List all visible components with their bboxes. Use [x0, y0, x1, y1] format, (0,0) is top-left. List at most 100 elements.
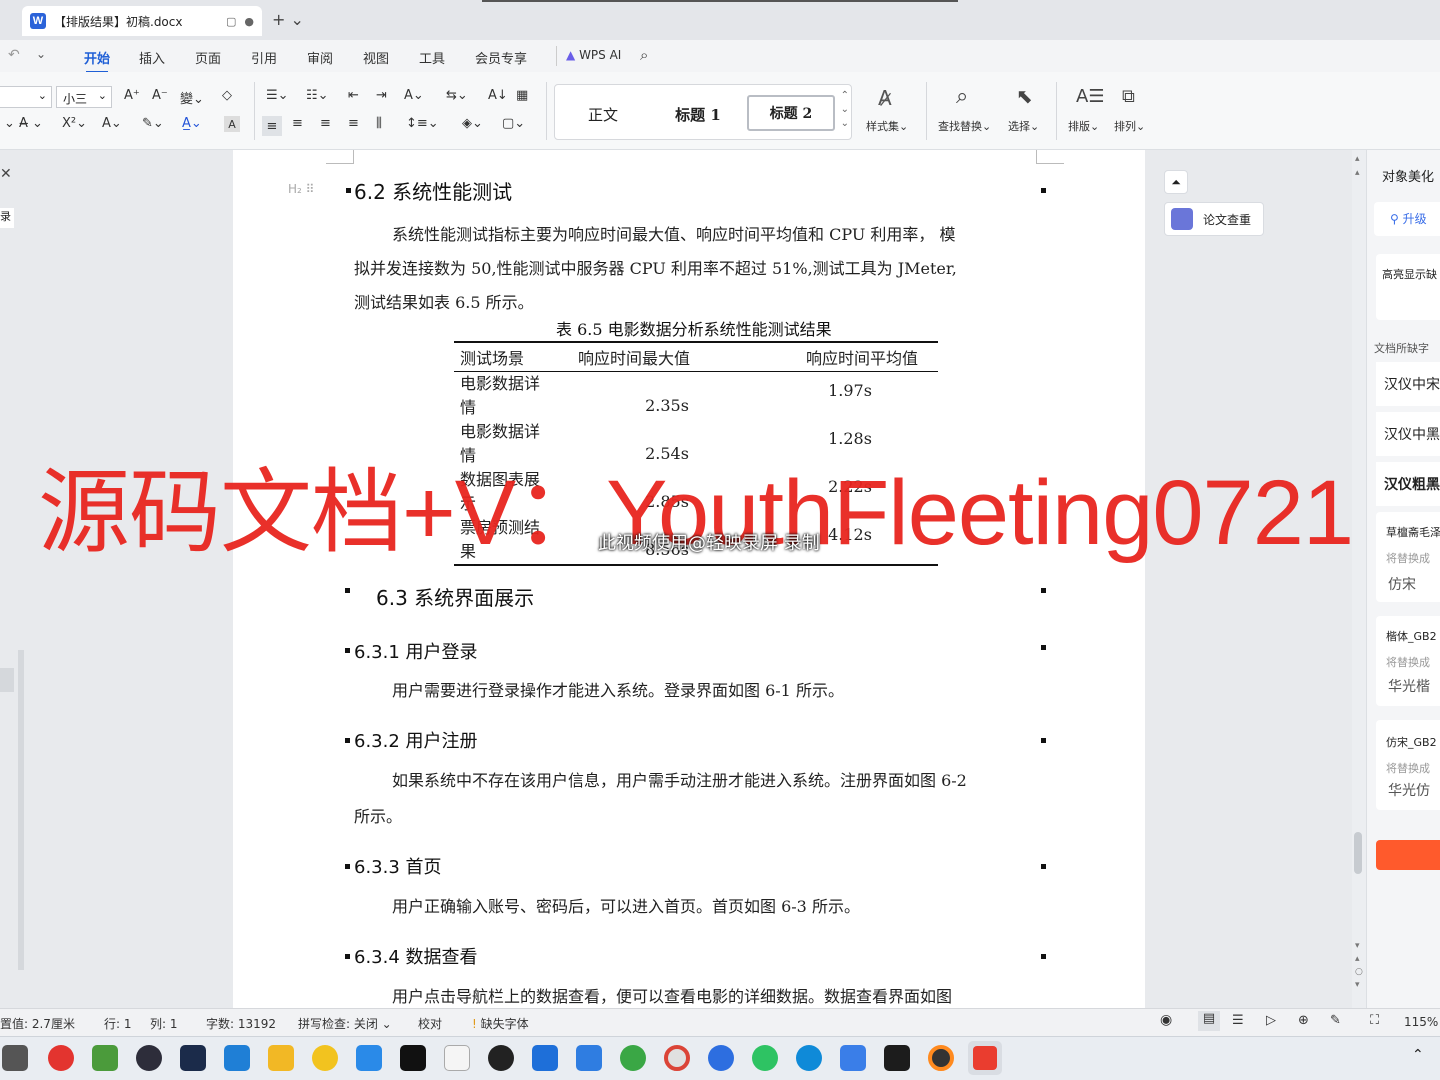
char-shading-icon[interactable]: A [224, 116, 240, 132]
heading-6-3-2[interactable]: 6.3.2 用户注册 [354, 727, 478, 753]
eclipse-icon[interactable] [136, 1045, 162, 1071]
align-left-icon[interactable]: ≡ [262, 116, 282, 136]
heading-level-icon[interactable]: H₂ ⠿ [288, 182, 314, 196]
superscript-icon[interactable]: X²⌄ [62, 116, 87, 131]
eye-protection-icon[interactable]: ◉ [1160, 1012, 1172, 1028]
sort-icon[interactable]: ⇆⌄ [446, 88, 468, 103]
file-explorer-icon[interactable] [268, 1045, 294, 1071]
decrease-indent-icon[interactable]: ⇤ [348, 88, 359, 103]
terminal-icon[interactable] [180, 1045, 206, 1071]
proofread-button[interactable]: 校对 [418, 1015, 442, 1032]
fit-page-icon[interactable]: ⛶ [1370, 1013, 1379, 1028]
align-center-icon[interactable]: ≡ [292, 116, 303, 131]
style-normal[interactable]: 正文 [565, 99, 641, 129]
pycharm-icon[interactable] [884, 1045, 910, 1071]
zoom-level[interactable]: 115% [1404, 1015, 1438, 1029]
line-spacing-icon[interactable]: ↕≡⌄ [406, 116, 439, 131]
style-heading-1[interactable]: 标题 1 [655, 99, 741, 129]
close-icon[interactable]: ✕ [0, 166, 12, 182]
left-scrollbar[interactable] [18, 650, 24, 970]
netease-music-icon[interactable] [48, 1045, 74, 1071]
align-right-icon[interactable]: ≡ [320, 116, 331, 131]
paragraph-line[interactable]: 如果系统中不存在该用户信息，用户需手动注册才能进入系统。注册界面如图 6-2 [392, 764, 967, 798]
heading-6-3[interactable]: 6.3 系统界面展示 [376, 582, 534, 611]
cursor-select-icon[interactable]: ⬉ [1016, 84, 1033, 108]
heading-6-3-1[interactable]: 6.3.1 用户登录 [354, 638, 478, 664]
photos-icon[interactable] [532, 1045, 558, 1071]
clash-icon[interactable] [312, 1045, 338, 1071]
font-replace-card[interactable]: 楷体_GB2 将替换成 华光楷 [1376, 616, 1440, 706]
paragraph-line[interactable]: 用户正确输入账号、密码后，可以进入首页。首页如图 6-3 所示。 [392, 890, 860, 924]
undo-icon[interactable]: ↶ [8, 47, 20, 63]
menu-references[interactable]: 引用 [251, 48, 277, 67]
outline-view-icon[interactable]: ☰ [1232, 1013, 1244, 1028]
font-color-icon[interactable]: A̲⌄ [182, 116, 202, 131]
paragraph-line[interactable]: 用户需要进行登录操作才能进入系统。登录界面如图 6-1 所示。 [392, 674, 844, 708]
heading-6-2[interactable]: 6.2 系统性能测试 [354, 176, 512, 205]
kugou-icon[interactable] [708, 1045, 734, 1071]
recorder-icon[interactable] [928, 1045, 954, 1071]
table-grid-icon[interactable]: ▦ [516, 88, 528, 103]
edge-icon[interactable] [796, 1045, 822, 1071]
menu-tools[interactable]: 工具 [419, 48, 445, 67]
distributed-icon[interactable]: ⫼ [376, 116, 382, 131]
grow-font-icon[interactable]: A⁺ [124, 88, 140, 103]
menu-review[interactable]: 审阅 [307, 48, 333, 67]
intellij-icon[interactable] [400, 1045, 426, 1071]
menu-insert[interactable]: 插入 [139, 48, 165, 67]
font-replace-card[interactable]: 仿宋_GB2 将替换成 华光仿 [1376, 720, 1440, 810]
paragraph-line[interactable]: 拟并发连接数为 50,性能测试中服务器 CPU 利用率不超过 51%,测试工具为… [354, 252, 957, 286]
feishu-icon[interactable] [576, 1045, 602, 1071]
scroll-up-icon[interactable]: ▴ [1355, 168, 1360, 178]
border-icon[interactable]: ▢⌄ [502, 116, 525, 131]
chevron-down-icon[interactable]: ⌄ [36, 47, 46, 61]
monitor-icon[interactable]: ▢ [226, 15, 236, 28]
strikethrough-icon[interactable]: ⌄ A̶ ⌄ [4, 116, 43, 131]
heading-6-3-4[interactable]: 6.3.4 数据查看 [354, 943, 478, 969]
lark-icon[interactable] [840, 1045, 866, 1071]
font-name-select[interactable]: ⌄ [0, 86, 52, 108]
play-icon[interactable]: ▷ [1266, 1013, 1276, 1028]
upgrade-button[interactable]: ⚲ 升级 [1374, 202, 1440, 236]
qq-icon[interactable] [488, 1045, 514, 1071]
wps-taskbar-icon[interactable] [968, 1041, 1002, 1075]
search-icon[interactable]: ⌕ [640, 46, 648, 64]
typora-icon[interactable] [444, 1045, 470, 1071]
paragraph-line[interactable]: 所示。 [354, 800, 402, 834]
browser-green-icon[interactable] [620, 1045, 646, 1071]
paper-check-button[interactable]: 论文查重 [1164, 202, 1264, 236]
increase-indent-icon[interactable]: ⇥ [376, 88, 387, 103]
scroll-down-icon[interactable]: ▾ ▴ ○ ▾ [1355, 940, 1363, 992]
vscode-icon[interactable] [224, 1045, 250, 1071]
align-objects-icon[interactable]: ⧉ [1122, 86, 1135, 107]
arrange-button[interactable]: 排版⌄ [1068, 118, 1099, 134]
menu-home[interactable]: 开始 [84, 48, 110, 73]
replace-all-button[interactable] [1376, 840, 1440, 870]
find-icon[interactable]: ⌕ [956, 84, 968, 109]
pen-icon[interactable]: ✎ [1330, 1013, 1341, 1028]
show-marks-icon[interactable]: A↓ [488, 88, 508, 103]
highlight-missing-card[interactable]: 高亮显示缺 [1376, 254, 1440, 320]
font-size-select[interactable]: 小三 ⌄ [56, 86, 112, 108]
style-set-button[interactable]: 样式集⌄ [866, 118, 908, 134]
justify-icon[interactable]: ≡ [348, 116, 359, 131]
missing-fonts-button[interactable]: ! 缺失字体 [472, 1015, 529, 1032]
align-order-button[interactable]: 排列⌄ [1114, 118, 1145, 134]
font-option[interactable]: 汉仪粗黑 [1376, 462, 1440, 506]
word-count[interactable]: 字数: 13192 [206, 1015, 276, 1032]
wechat-icon[interactable] [752, 1045, 778, 1071]
scroll-thumb[interactable] [1354, 832, 1362, 874]
menu-member[interactable]: 会员专享 [475, 48, 527, 67]
spell-check-toggle[interactable]: 拼写检查: 关闭 ⌄ [298, 1015, 392, 1032]
find-replace-button[interactable]: 查找替换⌄ [938, 118, 991, 134]
typesetting-icon[interactable]: A☰ [1076, 86, 1104, 107]
shrink-font-icon[interactable]: A⁻ [152, 88, 168, 103]
vertical-scrollbar[interactable]: ▴ ▴ ▾ ▴ ○ ▾ [1352, 150, 1366, 1008]
notepad-icon[interactable] [92, 1045, 118, 1071]
todo-icon[interactable] [356, 1045, 382, 1071]
table-caption[interactable]: 表 6.5 电影数据分析系统性能测试结果 [556, 316, 832, 340]
style-scroll-icon[interactable]: ⌃ ⌄ ⌄ [841, 89, 849, 131]
select-button[interactable]: 选择⌄ [1008, 118, 1039, 134]
paragraph-line[interactable]: 系统性能测试指标主要为响应时间最大值、响应时间平均值和 CPU 利用率， 模 [392, 218, 955, 252]
wps-ai-button[interactable]: ▲ WPS AI [566, 48, 621, 62]
